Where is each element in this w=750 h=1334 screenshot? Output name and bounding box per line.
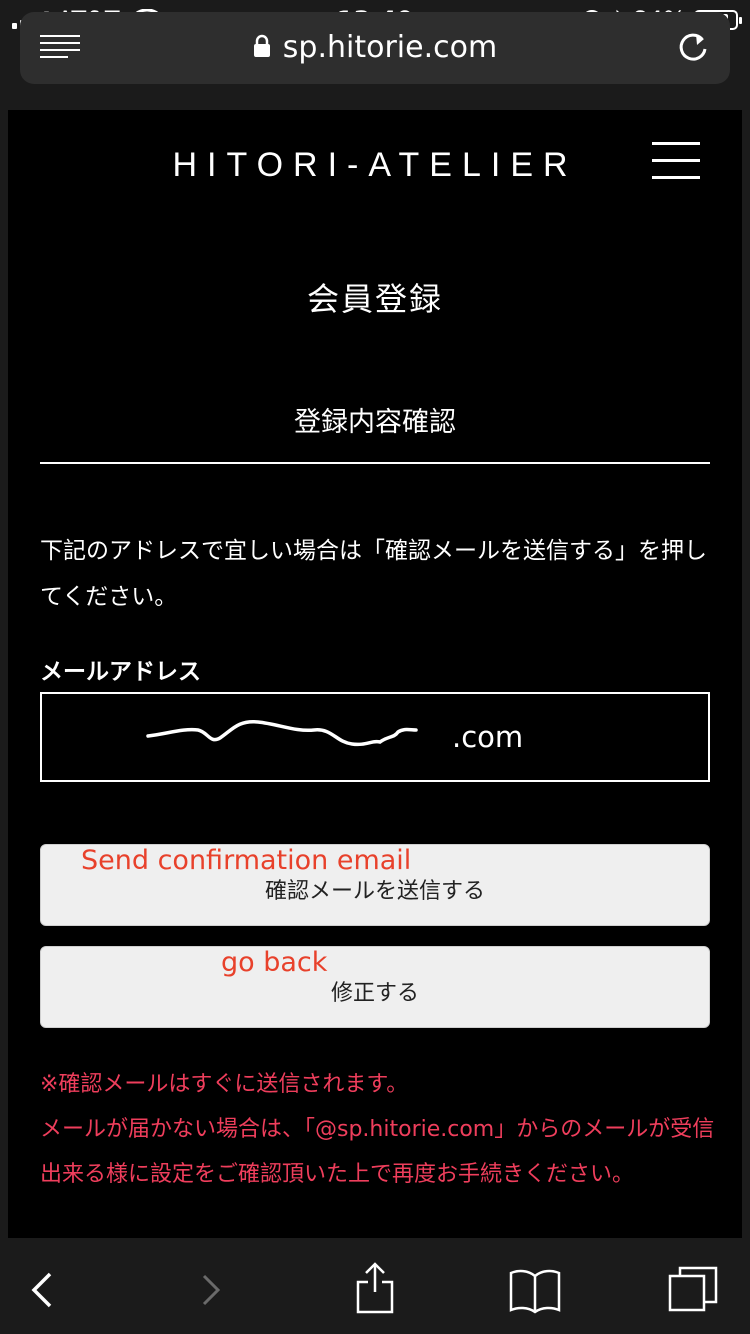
reload-icon[interactable]	[676, 30, 710, 64]
page-title: 会員登録	[306, 280, 443, 318]
email-label: メールアドレス	[40, 659, 201, 685]
battery-nub	[739, 17, 742, 24]
forward-icon[interactable]	[188, 1268, 232, 1312]
url-text: sp.hitorie.com	[282, 30, 498, 65]
lock-icon	[253, 34, 270, 57]
web-page: HITORI-ATELIER 会員登録 登録内容確認 下記のアドレスで宜しい場合…	[8, 110, 742, 1238]
bookmarks-icon[interactable]	[508, 1266, 562, 1314]
share-icon[interactable]	[352, 1260, 398, 1316]
email-value: .com	[452, 720, 524, 754]
email-field: .com	[40, 692, 710, 782]
send-button-annotation: Send confirmation email	[81, 845, 412, 876]
notice-text: ※確認メールはすぐに送信されます。 メールが届かない場合は、「@sp.hitor…	[40, 1062, 715, 1197]
divider	[40, 462, 710, 464]
tabs-icon[interactable]	[666, 1264, 720, 1314]
notice-line-1: ※確認メールはすぐに送信されます。	[40, 1072, 409, 1097]
back-button-annotation: go back	[221, 947, 328, 978]
send-confirmation-button[interactable]: Send confirmation email 確認メールを送信する	[40, 844, 710, 926]
url-field[interactable]: sp.hitorie.com	[20, 30, 730, 65]
site-logo[interactable]: HITORI-ATELIER	[8, 146, 742, 185]
address-bar[interactable]: sp.hitorie.com	[20, 12, 730, 84]
browser-toolbar	[0, 1246, 750, 1334]
back-button-label: 修正する	[330, 981, 419, 1006]
notice-line-2: メールが届かない場合は、「@sp.hitorie.com」からのメールが受信出来…	[40, 1117, 715, 1187]
go-back-button[interactable]: go back 修正する	[40, 946, 710, 1028]
send-button-label: 確認メールを送信する	[264, 879, 485, 904]
redaction-scribble	[146, 720, 418, 747]
section-title: 登録内容確認	[294, 407, 456, 438]
back-icon[interactable]	[20, 1268, 64, 1312]
hamburger-menu-icon[interactable]	[652, 140, 702, 182]
instruction-text: 下記のアドレスで宜しい場合は「確認メールを送信する」を押してください。	[40, 538, 707, 610]
